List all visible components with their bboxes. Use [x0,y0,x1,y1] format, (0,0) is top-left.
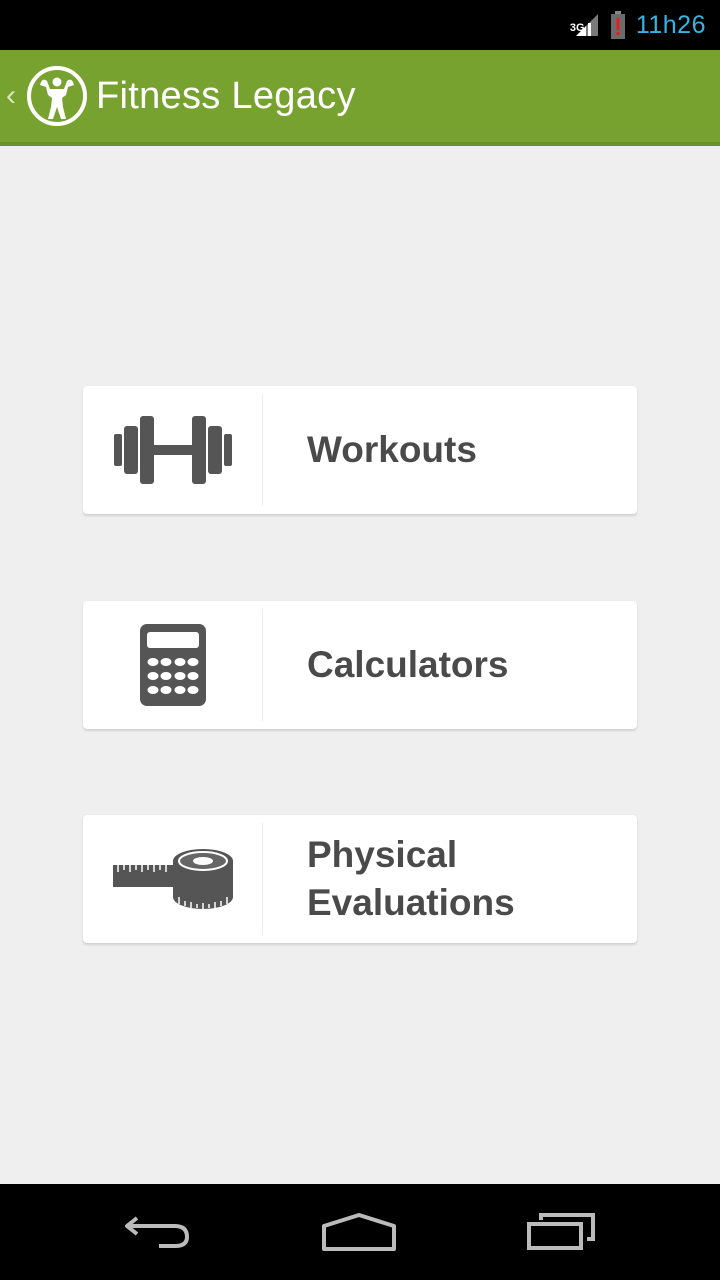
physical-evaluations-label-line2: Evaluations [307,882,515,923]
calculator-icon [139,624,206,706]
network-type-label: 3G [569,22,585,34]
calculators-label: Calculators [307,644,509,685]
calculators-button[interactable]: Calculators [83,601,637,729]
recent-apps-button[interactable] [511,1204,611,1260]
measuring-tape-icon [112,849,233,909]
workouts-label: Workouts [307,429,477,470]
back-icon [125,1216,190,1248]
physical-evaluations-label-line1: Physical [307,834,458,875]
recent-apps-icon [527,1213,595,1250]
status-icons: 3G 11h26 [569,0,706,50]
status-bar: 3G 11h26 [0,0,720,50]
workouts-button[interactable]: Workouts [83,386,637,514]
chevron-left-icon[interactable]: ‹ [6,81,24,111]
physical-evaluations-label: Physical Evaluations [307,831,515,927]
app-title: Fitness Legacy [96,74,356,117]
physical-evaluations-button[interactable]: Physical Evaluations [83,815,637,943]
workouts-icon-cell [83,394,263,506]
battery-icon [610,11,626,39]
action-bar: ‹ Fitness Legacy [0,50,720,146]
signal-icon: 3G [569,12,600,38]
main-menu: Workouts Calculators Physical Evaluation… [0,146,720,1184]
back-button[interactable] [108,1204,208,1260]
calculators-icon-cell [83,609,263,721]
physical-evaluations-icon-cell [83,823,263,935]
home-button[interactable] [309,1204,409,1260]
bodybuilder-logo-icon[interactable] [26,65,88,127]
dumbbell-icon [113,416,232,484]
navigation-bar [0,1184,720,1280]
home-icon [322,1213,396,1251]
status-clock: 11h26 [635,10,706,39]
